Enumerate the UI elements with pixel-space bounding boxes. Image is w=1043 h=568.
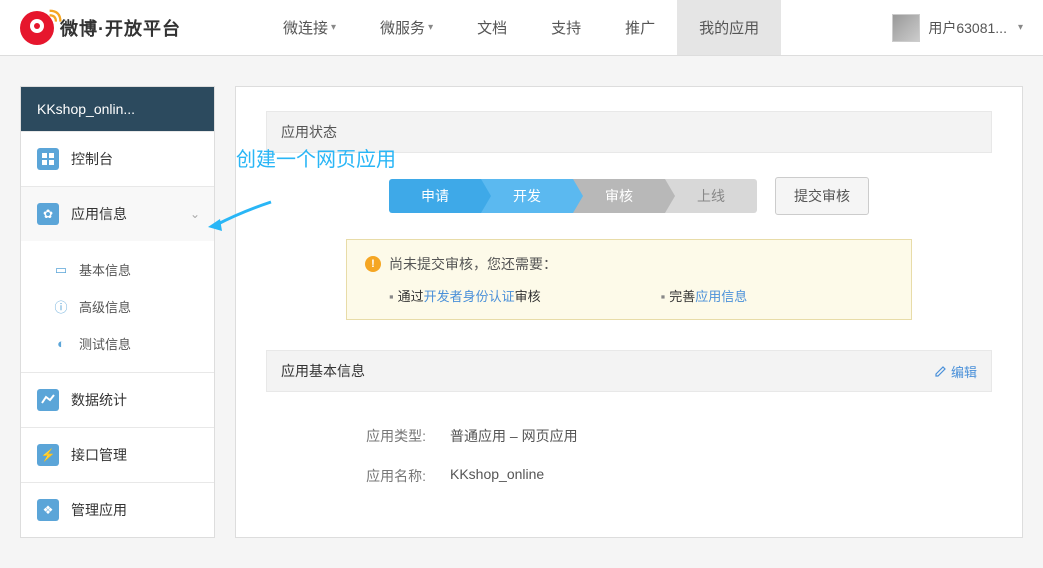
test-icon: ◐ xyxy=(53,336,69,352)
sidebar-item-label: 应用信息 xyxy=(71,204,127,224)
field-label-name: 应用名称: xyxy=(356,466,426,486)
nav-zhichi[interactable]: 支持 xyxy=(529,0,603,55)
sidebar-item-console[interactable]: 控制台 xyxy=(21,131,214,186)
console-icon xyxy=(37,148,59,170)
main-content: 创建一个网页应用 应用状态 申请 开发 审核 上线 提交审核 ! 尚未提交审核，… xyxy=(235,86,1023,538)
info-icon: ⓘ xyxy=(53,299,69,315)
submit-review-button[interactable]: 提交审核 xyxy=(775,177,869,215)
sidebar-item-manage[interactable]: ❖ 管理应用 xyxy=(21,482,214,537)
notice-item: ▪完善应用信息 xyxy=(661,286,748,305)
sidebar-sub-advanced[interactable]: ⓘ 高级信息 xyxy=(21,288,214,325)
avatar xyxy=(892,14,920,42)
logo-text: 微博·开放平台 xyxy=(60,15,181,41)
chevron-down-icon: ▾ xyxy=(1018,22,1023,33)
nav-weifuwu[interactable]: 微服务▾ xyxy=(358,0,455,55)
sidebar-item-stats[interactable]: 数据统计 xyxy=(21,372,214,427)
arrow-icon xyxy=(206,197,276,240)
basic-info-title: 应用基本信息 xyxy=(281,361,365,381)
chevron-down-icon: ⌄ xyxy=(190,207,200,221)
nav-weilianjie[interactable]: 微连接▾ xyxy=(261,0,358,55)
gear-icon: ✿ xyxy=(37,203,59,225)
chevron-down-icon: ▾ xyxy=(331,22,336,33)
sidebar-sub-test[interactable]: ◐ 测试信息 xyxy=(21,325,214,362)
nav-myapps[interactable]: 我的应用 xyxy=(677,0,781,55)
layers-icon: ❖ xyxy=(37,499,59,521)
username: 用户63081... xyxy=(928,18,1007,38)
nav-tuiguang[interactable]: 推广 xyxy=(603,0,677,55)
edit-button[interactable]: 编辑 xyxy=(935,362,977,381)
sidebar-item-label: 管理应用 xyxy=(71,500,127,520)
sidebar-item-api[interactable]: ⚡ 接口管理 xyxy=(21,427,214,482)
chart-icon xyxy=(37,389,59,411)
annotation-text: 创建一个网页应用 xyxy=(236,143,396,172)
field-value-type: 普通应用 – 网页应用 xyxy=(450,426,578,446)
sidebar-item-label: 接口管理 xyxy=(71,445,127,465)
sidebar-app-title[interactable]: KKshop_onlin... xyxy=(21,87,214,131)
progress-steps: 申请 开发 审核 上线 xyxy=(389,179,757,213)
field-label-type: 应用类型: xyxy=(356,426,426,446)
sidebar-item-appinfo[interactable]: ✿ 应用信息 ⌄ xyxy=(21,186,214,241)
plug-icon: ⚡ xyxy=(37,444,59,466)
notice-title-text: 尚未提交审核，您还需要： xyxy=(389,254,557,274)
step-online: 上线 xyxy=(665,179,757,213)
top-nav: 微连接▾ 微服务▾ 文档 支持 推广 我的应用 xyxy=(261,0,892,55)
step-review: 审核 xyxy=(573,179,665,213)
sidebar-sub-basic[interactable]: ▭ 基本信息 xyxy=(21,251,214,288)
step-apply: 申请 xyxy=(389,179,481,213)
warning-icon: ! xyxy=(365,256,381,272)
card-icon: ▭ xyxy=(53,262,69,278)
nav-wendang[interactable]: 文档 xyxy=(455,0,529,55)
user-menu[interactable]: 用户63081... ▾ xyxy=(892,14,1023,42)
chevron-down-icon: ▾ xyxy=(428,22,433,33)
sidebar-item-label: 数据统计 xyxy=(71,390,127,410)
step-develop: 开发 xyxy=(481,179,573,213)
notice-item: ▪通过开发者身份认证审核 xyxy=(389,286,541,305)
notice-box: ! 尚未提交审核，您还需要： ▪通过开发者身份认证审核 ▪完善应用信息 xyxy=(346,239,912,320)
logo[interactable]: 微博·开放平台 xyxy=(20,11,181,45)
app-info-link[interactable]: 应用信息 xyxy=(695,289,747,304)
edit-icon xyxy=(935,365,947,377)
field-value-name: KKshop_online xyxy=(450,466,544,486)
dev-auth-link[interactable]: 开发者身份认证 xyxy=(424,289,515,304)
sidebar: KKshop_onlin... 控制台 ✿ 应用信息 ⌄ ▭ 基本信息 ⓘ 高级… xyxy=(20,86,215,538)
sidebar-item-label: 控制台 xyxy=(71,149,113,169)
weibo-logo-icon xyxy=(20,11,54,45)
